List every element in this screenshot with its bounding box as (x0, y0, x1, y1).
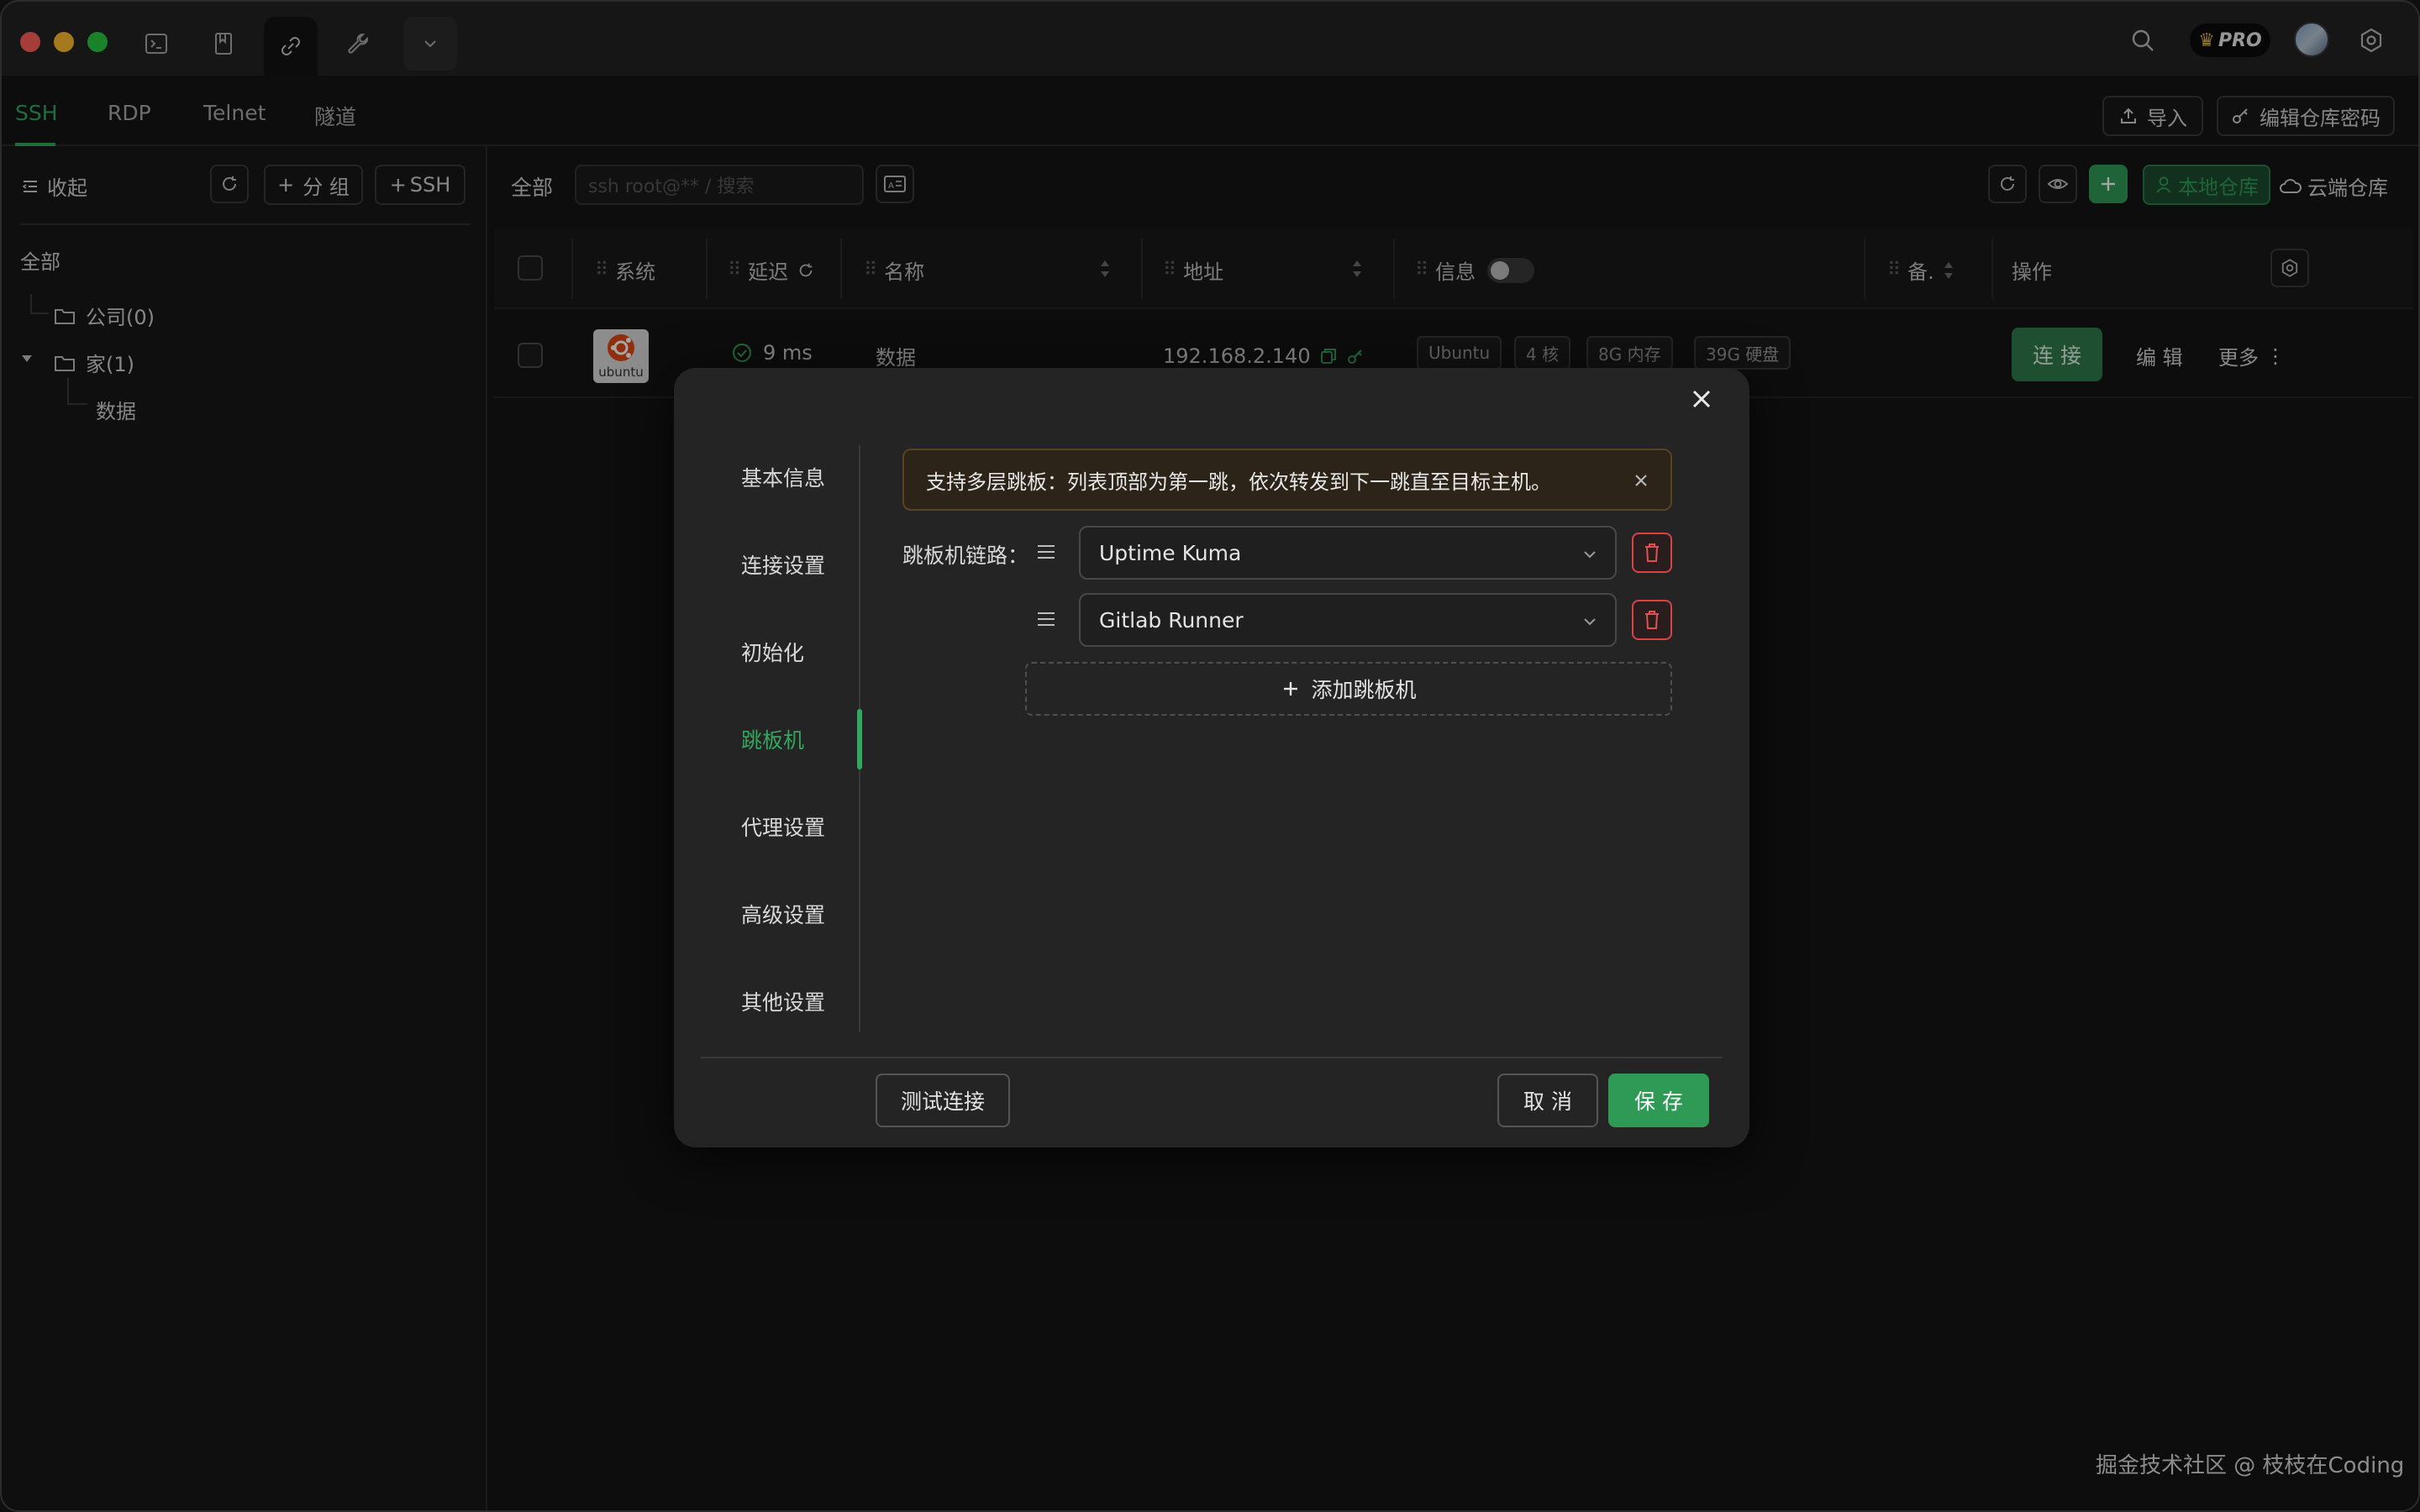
delete-jump-host-button[interactable] (1632, 533, 1672, 573)
chevron-down-icon (1584, 551, 1596, 559)
footer-divider (701, 1057, 1723, 1058)
jump-host-value: Uptime Kuma (1099, 540, 1242, 565)
alert-text: 支持多层跳板：列表顶部为第一跳，依次转发到下一跳直至目标主机。 (926, 470, 1551, 494)
jump-chain-label: 跳板机链路： (902, 543, 1029, 568)
jump-host-value: Gitlab Runner (1099, 607, 1244, 633)
close-icon[interactable] (1634, 473, 1649, 488)
nav-basic-info[interactable]: 基本信息 (741, 462, 825, 492)
plus-icon (1284, 682, 1298, 696)
nav-jump-host[interactable]: 跳板机 (741, 724, 804, 754)
cancel-button[interactable]: 取 消 (1497, 1074, 1598, 1127)
edit-host-dialog: 基本信息 连接设置 初始化 跳板机 代理设置 高级设置 其他设置 支持多层跳板：… (674, 368, 1749, 1147)
trash-icon (1645, 543, 1659, 562)
test-connection-button[interactable]: 测试连接 (876, 1074, 1010, 1127)
nav-advanced-settings[interactable]: 高级设置 (741, 899, 825, 929)
chevron-down-icon (1584, 618, 1596, 626)
nav-active-indicator (857, 709, 862, 769)
nav-initialization[interactable]: 初始化 (741, 637, 804, 667)
jump-host-select[interactable]: Gitlab Runner (1079, 593, 1617, 647)
jump-host-select[interactable]: Uptime Kuma (1079, 526, 1617, 580)
info-alert: 支持多层跳板：列表顶部为第一跳，依次转发到下一跳直至目标主机。 (902, 449, 1672, 511)
drag-handle-icon[interactable] (1035, 608, 1057, 630)
close-icon[interactable] (1689, 386, 1714, 412)
add-jump-host-label: 添加跳板机 (1311, 678, 1417, 702)
drag-handle-icon[interactable] (1035, 541, 1057, 563)
add-jump-host-button[interactable]: 添加跳板机 (1025, 662, 1672, 716)
save-button[interactable]: 保 存 (1608, 1074, 1709, 1127)
nav-proxy-settings[interactable]: 代理设置 (741, 811, 825, 842)
delete-jump-host-button[interactable] (1632, 600, 1672, 640)
nav-other-settings[interactable]: 其他设置 (741, 986, 825, 1016)
trash-icon (1645, 611, 1659, 629)
app-window: ♛ PRO SSH RDP Telnet 隧道 导入 编辑仓库密码 收起 + 分… (0, 0, 2420, 1512)
nav-connection-settings[interactable]: 连接设置 (741, 549, 825, 580)
